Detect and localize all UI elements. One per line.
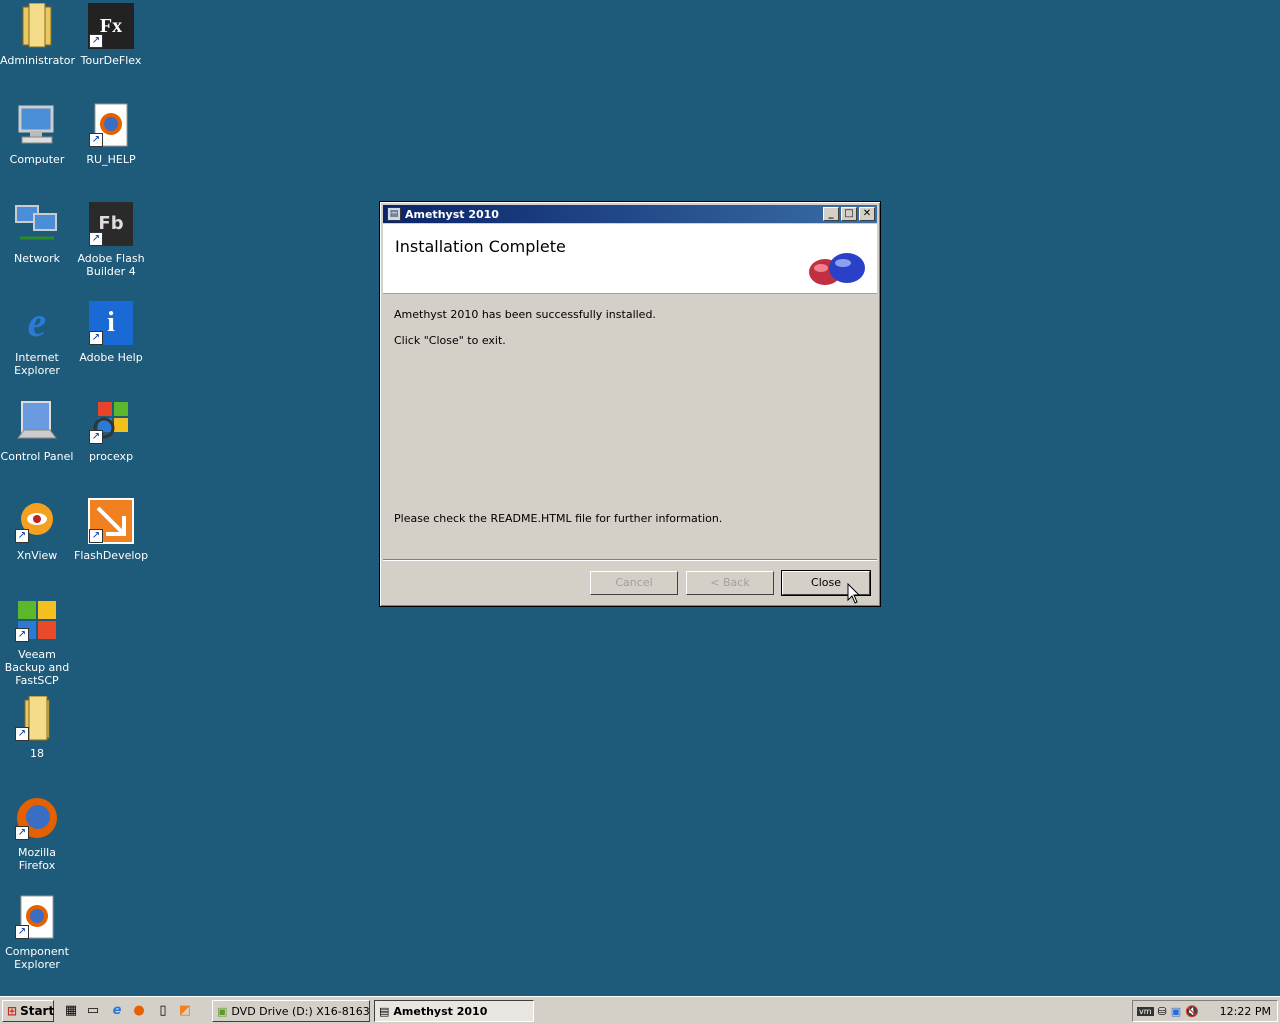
volume-muted-icon[interactable]: 🔇: [1185, 1005, 1199, 1018]
dialog-title: Amethyst 2010: [405, 207, 499, 221]
shortcut-arrow-icon: ↗: [89, 529, 103, 543]
desktop-icon-label: RU_HELP: [86, 153, 136, 166]
desktop-icon-label: Veeam Backup and FastSCP: [4, 648, 70, 687]
minimize-button[interactable]: _: [823, 207, 839, 221]
server-manager-icon[interactable]: ▦: [62, 1002, 80, 1020]
installer-dialog: ▤ Amethyst 2010 _ □ ✕ Installation Compl…: [379, 201, 881, 607]
desktop-icon-flash-builder[interactable]: Fb ↗ Adobe Flash Builder 4: [74, 200, 148, 278]
xnview-icon: ↗: [13, 497, 61, 545]
desktop-icon-mozilla-firefox[interactable]: ↗ Mozilla Firefox: [0, 794, 74, 872]
desktop-icon-computer[interactable]: Computer: [0, 101, 74, 166]
shortcut-arrow-icon: ↗: [89, 232, 103, 246]
tour-de-flex-icon: Fx ↗: [87, 2, 135, 50]
start-label: Start: [20, 1004, 55, 1018]
desktop-icon-label: Administrator: [0, 54, 75, 67]
desktop-icon-label: Adobe Help: [79, 351, 143, 364]
network-status-icon[interactable]: ⛁: [1158, 1005, 1167, 1018]
task-label: DVD Drive (D:) X16-8163...: [231, 1004, 370, 1018]
dialog-header: Installation Complete: [383, 224, 877, 294]
desktop-icon-internet-explorer[interactable]: e Internet Explorer: [0, 299, 74, 377]
desktop-icon-label: Computer: [9, 153, 65, 166]
back-button[interactable]: < Back: [686, 571, 774, 595]
flash-builder-icon: Fb ↗: [87, 200, 135, 248]
process-explorer-icon: ↗: [87, 398, 135, 446]
desktop-icon-label: XnView: [16, 549, 58, 562]
shortcut-arrow-icon: ↗: [15, 628, 29, 642]
desktop-icon-xnview[interactable]: ↗ XnView: [0, 497, 74, 562]
desktop-icon-tourdeflex[interactable]: Fx ↗ TourDeFlex: [74, 2, 148, 67]
firefox-document-icon: ↗: [13, 893, 61, 941]
veeam-icon: ↗: [13, 596, 61, 644]
close-window-button[interactable]: ✕: [859, 207, 875, 221]
shortcut-arrow-icon: ↗: [89, 133, 103, 147]
readme-text: Please check the README.HTML file for fu…: [394, 512, 723, 525]
desktop-icon-component-explorer[interactable]: ↗ Component Explorer: [0, 893, 74, 971]
notepad-icon[interactable]: ▯: [154, 1002, 172, 1020]
desktop-icon-label: Control Panel: [0, 450, 74, 463]
firefox-document-icon: ↗: [87, 101, 135, 149]
folder-icon: ↗: [13, 695, 61, 743]
gems-logo-icon: [809, 253, 865, 285]
task-label: Amethyst 2010: [393, 1004, 488, 1018]
internet-explorer-icon[interactable]: e: [108, 1002, 126, 1020]
desktop-icon-label: Component Explorer: [5, 945, 69, 971]
desktop-icon-label: 18: [30, 747, 44, 760]
flashdevelop-icon[interactable]: ◩: [176, 1002, 194, 1020]
clock[interactable]: 12:22 PM: [1220, 1005, 1277, 1018]
desktop-icon-veeam[interactable]: ↗ Veeam Backup and FastSCP: [0, 596, 74, 687]
desktop-icon-control-panel[interactable]: Control Panel: [0, 398, 74, 463]
installer-app-icon: ▤: [379, 1004, 390, 1018]
shortcut-arrow-icon: ↗: [89, 34, 103, 48]
dialog-titlebar[interactable]: ▤ Amethyst 2010 _ □ ✕: [383, 205, 877, 223]
desktop-icon-label: TourDeFlex: [80, 54, 142, 67]
vm-tools-icon[interactable]: vm: [1137, 1006, 1154, 1016]
internet-explorer-icon: e: [27, 300, 47, 346]
control-panel-icon: [13, 398, 61, 446]
shortcut-arrow-icon: ↗: [15, 727, 29, 741]
desktop-icon-label: Internet Explorer: [14, 351, 60, 377]
flashdevelop-icon: ↗: [87, 497, 135, 545]
close-instruction-text: Click "Close" to exit.: [394, 334, 506, 347]
taskbar: ⊞ Start ▦ ▭ e ● ▯ ◩ ▣ DVD Drive (D:) X16…: [0, 996, 1280, 1024]
show-desktop-icon[interactable]: ▭: [84, 1002, 102, 1020]
computer-icon: [13, 101, 61, 149]
shortcut-arrow-icon: ↗: [15, 529, 29, 543]
desktop-icon-label: Mozilla Firefox: [18, 846, 56, 872]
remote-connection-icon[interactable]: ▣: [1171, 1005, 1181, 1018]
desktop-icon-label: Adobe Flash Builder 4: [77, 252, 145, 278]
desktop-icon-network[interactable]: Network: [0, 200, 74, 265]
task-amethyst[interactable]: ▤ Amethyst 2010: [374, 1000, 534, 1022]
firefox-icon[interactable]: ●: [130, 1002, 148, 1020]
cancel-button[interactable]: Cancel: [590, 571, 678, 595]
desktop-icon-administrator[interactable]: Administrator: [0, 2, 75, 67]
desktop-icon-flashdevelop[interactable]: ↗ FlashDevelop: [74, 497, 148, 562]
desktop-icon-label: procexp: [88, 450, 134, 463]
firefox-icon: ↗: [13, 794, 61, 842]
system-tray: vm ⛁ ▣ 🔇 12:22 PM: [1132, 1000, 1278, 1022]
install-success-text: Amethyst 2010 has been successfully inst…: [394, 308, 656, 321]
dvd-drive-icon: ▣: [217, 1004, 228, 1018]
desktop-icon-adobe-help[interactable]: i ↗ Adobe Help: [74, 299, 148, 364]
folder-user-icon: [13, 2, 61, 50]
windows-logo-icon: ⊞: [7, 1004, 18, 1018]
desktop-icon-folder-18[interactable]: ↗ 18: [0, 695, 74, 760]
desktop-icon-label: FlashDevelop: [74, 549, 149, 562]
start-button[interactable]: ⊞ Start: [2, 1000, 54, 1022]
shortcut-arrow-icon: ↗: [15, 925, 29, 939]
desktop-icon-label: Network: [14, 252, 60, 265]
shortcut-arrow-icon: ↗: [15, 826, 29, 840]
button-separator: [383, 559, 877, 561]
desktop-icon-ru-help[interactable]: ↗ RU_HELP: [74, 101, 148, 166]
adobe-help-icon: i ↗: [87, 299, 135, 347]
task-dvd-drive[interactable]: ▣ DVD Drive (D:) X16-8163...: [212, 1000, 370, 1022]
shortcut-arrow-icon: ↗: [89, 331, 103, 345]
mouse-cursor-icon: [847, 583, 861, 604]
dialog-heading: Installation Complete: [395, 237, 566, 256]
network-icon: [13, 200, 61, 248]
installer-app-icon: ▤: [387, 207, 401, 221]
shortcut-arrow-icon: ↗: [89, 430, 103, 444]
maximize-button[interactable]: □: [841, 207, 857, 221]
desktop-icon-procexp[interactable]: ↗ procexp: [74, 398, 148, 463]
